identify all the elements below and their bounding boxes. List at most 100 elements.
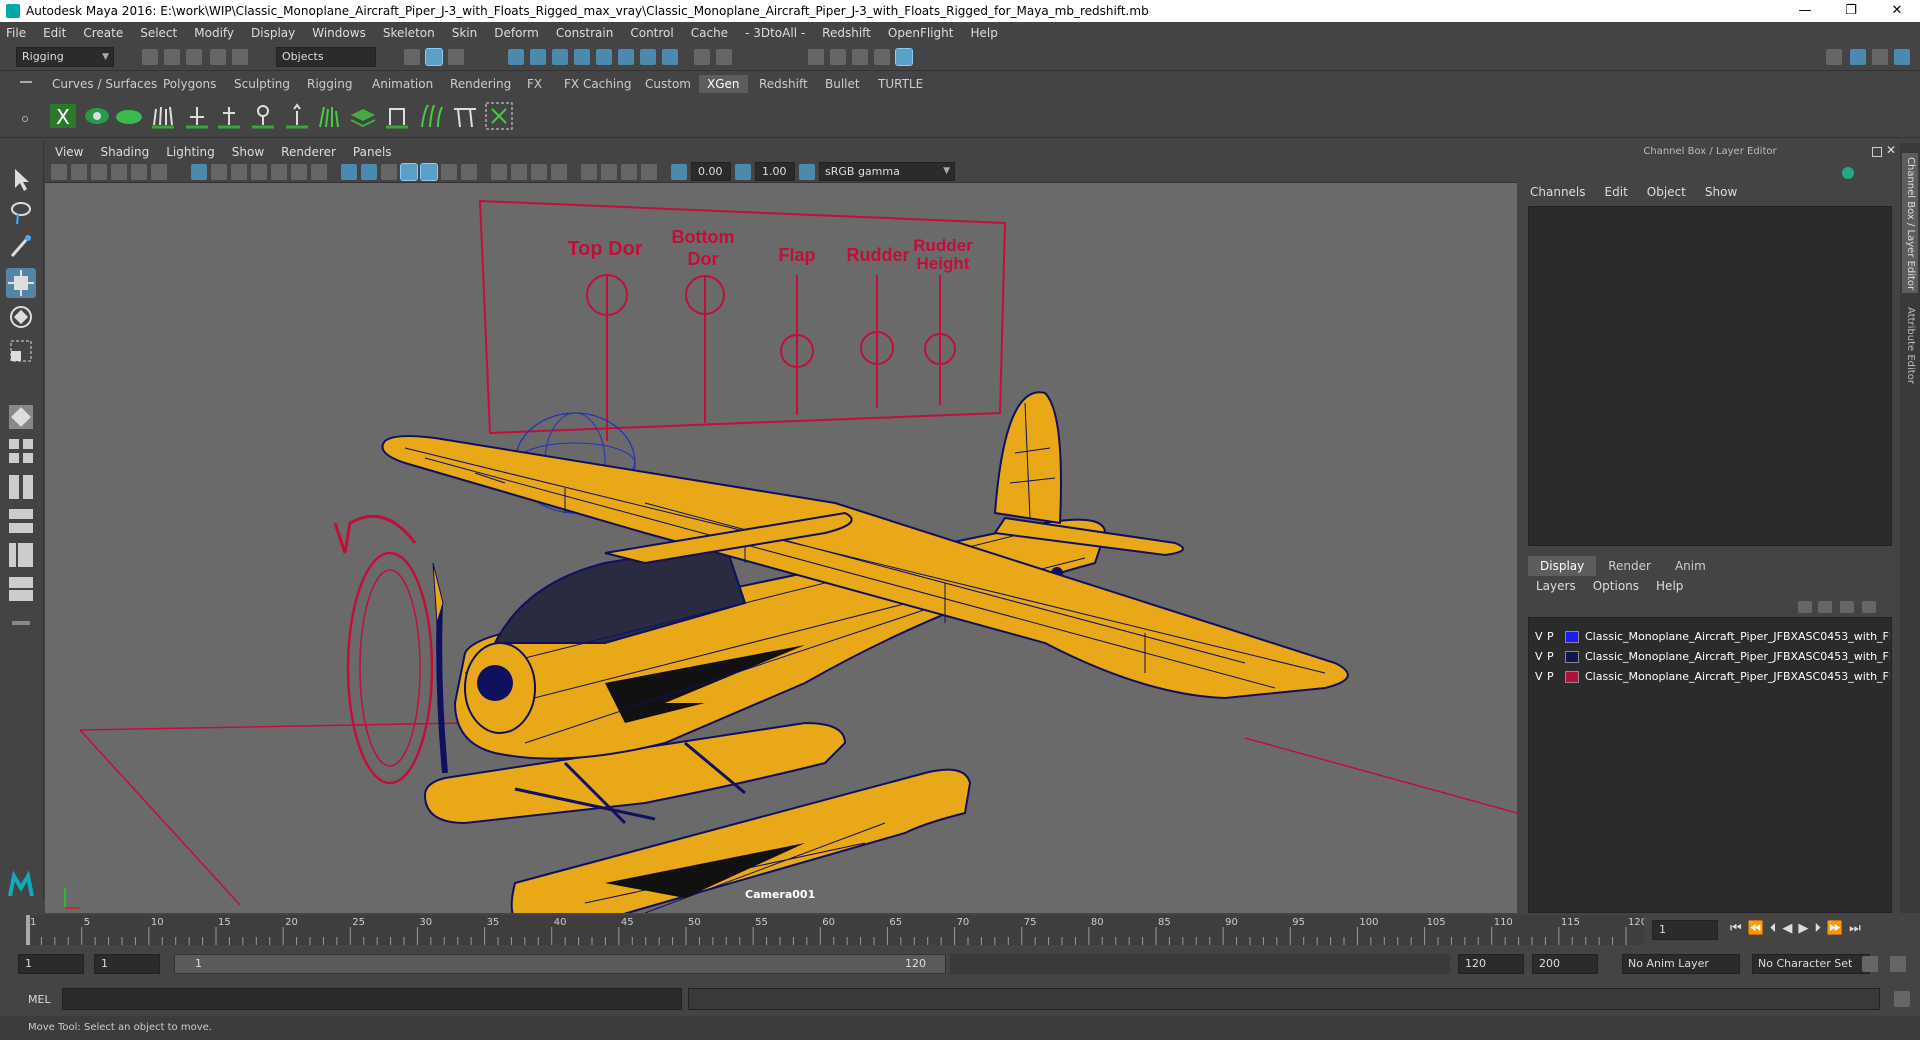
side-tab-attribute-editor[interactable]: Attribute Editor	[1902, 303, 1918, 403]
control-board[interactable]: Top Dor Bottom Dor Flap Rudder Rudder He…	[478, 199, 1007, 441]
gamma-field[interactable]: 1.00	[755, 162, 795, 181]
gate-mask-icon[interactable]	[251, 164, 267, 180]
vp-menu-renderer[interactable]: Renderer	[281, 145, 336, 159]
move-tool-icon[interactable]	[6, 268, 36, 298]
snap-curve-icon[interactable]	[530, 49, 546, 65]
open-scene-icon[interactable]	[164, 49, 180, 65]
xgen-guide-curve-icon[interactable]	[282, 101, 312, 131]
layer-visibility-toggle[interactable]: V	[1535, 630, 1543, 643]
image-plane-icon[interactable]	[111, 164, 127, 180]
menu-redshift[interactable]: Redshift	[822, 26, 871, 40]
select-object-icon[interactable]	[425, 48, 443, 66]
vp-menu-lighting[interactable]: Lighting	[166, 145, 215, 159]
resolution-gate-icon[interactable]	[231, 164, 247, 180]
scale-tool-icon[interactable]	[6, 336, 36, 366]
shelf-tab-fx-caching[interactable]: FX Caching	[556, 75, 639, 93]
menu-cache[interactable]: Cache	[691, 26, 728, 40]
redo-icon[interactable]	[232, 49, 248, 65]
layer-tab-anim[interactable]: Anim	[1663, 556, 1718, 576]
layer-playback-toggle[interactable]: P	[1547, 650, 1554, 663]
range-slider-track[interactable]	[950, 954, 1450, 974]
layer-visibility-toggle[interactable]: V	[1535, 670, 1543, 683]
safe-title-icon[interactable]	[311, 164, 327, 180]
layer-color-swatch[interactable]	[1565, 631, 1579, 643]
layer-color-swatch[interactable]	[1565, 671, 1579, 683]
lock-icon[interactable]	[694, 49, 710, 65]
shelf-menu-icon[interactable]	[20, 81, 32, 83]
animation-preferences-icon[interactable]	[1890, 956, 1906, 972]
ambient-occlusion-icon[interactable]	[491, 164, 507, 180]
selection-mode-dropdown[interactable]: Objects	[276, 47, 376, 67]
viewport-canvas[interactable]: Top Dor Bottom Dor Flap Rudder Rudder He…	[45, 183, 1517, 913]
snap-plane-icon[interactable]	[618, 49, 634, 65]
snap-view-icon[interactable]	[574, 49, 590, 65]
cb-menu-channels[interactable]: Channels	[1530, 185, 1586, 199]
construction-history-icon[interactable]	[716, 49, 732, 65]
close-button[interactable]: ✕	[1874, 0, 1920, 22]
exposure-icon[interactable]	[671, 164, 687, 180]
paint-select-tool-icon[interactable]	[6, 232, 36, 262]
xray-icon[interactable]	[601, 164, 617, 180]
color-space-dropdown[interactable]: sRGB gamma ▼	[819, 162, 955, 181]
auto-key-icon[interactable]	[1862, 956, 1878, 972]
vp-menu-panels[interactable]: Panels	[353, 145, 392, 159]
use-all-lights-icon[interactable]	[441, 164, 457, 180]
menu-help[interactable]: Help	[970, 26, 997, 40]
hypershade-icon[interactable]	[895, 48, 913, 66]
render-settings-icon[interactable]	[874, 49, 890, 65]
propeller-control[interactable]	[333, 514, 434, 785]
film-gate-icon[interactable]	[211, 164, 227, 180]
camera-select-icon[interactable]	[51, 164, 67, 180]
menu-select[interactable]: Select	[140, 26, 177, 40]
current-frame-field[interactable]: 1	[1652, 920, 1718, 940]
channel-box-area[interactable]	[1528, 206, 1892, 546]
new-layer-selected-icon[interactable]	[1862, 601, 1876, 613]
xgen-editor-icon[interactable]: X	[48, 101, 78, 131]
save-scene-icon[interactable]	[186, 49, 202, 65]
shelf-tab-curves-surfaces[interactable]: Curves / Surfaces	[44, 75, 165, 93]
layer-row[interactable]: V P Classic_Monoplane_Aircraft_Piper_JFB…	[1529, 648, 1893, 666]
menu-control[interactable]: Control	[630, 26, 673, 40]
snap-grid-icon[interactable]	[508, 49, 524, 65]
shelf-tab-fx[interactable]: FX	[519, 75, 550, 93]
shelf-tab-rendering[interactable]: Rendering	[442, 75, 519, 93]
bookmark-icon[interactable]	[91, 164, 107, 180]
script-editor-icon[interactable]	[1894, 991, 1910, 1007]
select-tool-icon[interactable]	[6, 164, 36, 194]
new-scene-icon[interactable]	[142, 49, 158, 65]
shadows-icon[interactable]	[461, 164, 477, 180]
vp-menu-view[interactable]: View	[55, 145, 83, 159]
menu-skin[interactable]: Skin	[452, 26, 478, 40]
color-management-icon[interactable]	[799, 164, 815, 180]
grease-pencil-icon[interactable]	[151, 164, 167, 180]
menu-modify[interactable]: Modify	[194, 26, 234, 40]
menu-file[interactable]: File	[6, 26, 26, 40]
xgen-add-guide-icon[interactable]	[182, 101, 212, 131]
two-pane-stacked-layout-icon[interactable]	[6, 506, 36, 536]
le-menu-options[interactable]: Options	[1593, 579, 1639, 593]
menu-skeleton[interactable]: Skeleton	[383, 26, 435, 40]
two-d-pan-icon[interactable]	[131, 164, 147, 180]
move-layer-down-icon[interactable]	[1818, 601, 1832, 613]
cb-menu-edit[interactable]: Edit	[1605, 185, 1628, 199]
wireframe-on-shaded-icon[interactable]	[400, 163, 418, 181]
exposure-field[interactable]: 0.00	[691, 162, 731, 181]
xgen-preview-icon[interactable]	[82, 101, 112, 131]
wireframe-icon[interactable]	[341, 164, 357, 180]
undo-icon[interactable]	[210, 49, 226, 65]
end-time-field[interactable]: 200	[1532, 954, 1598, 974]
xray-components-icon[interactable]	[641, 164, 657, 180]
airplane-propeller[interactable]	[432, 562, 448, 774]
anti-aliasing-icon[interactable]	[531, 164, 547, 180]
xgen-cache-icon[interactable]	[484, 101, 514, 131]
move-layer-up-icon[interactable]	[1798, 601, 1812, 613]
shelf-tab-redshift[interactable]: Redshift	[751, 75, 816, 93]
xray-joints-icon[interactable]	[621, 164, 637, 180]
xgen-bind-guide-icon[interactable]	[248, 101, 278, 131]
command-language-label[interactable]: MEL	[28, 993, 51, 1006]
vp-menu-shading[interactable]: Shading	[100, 145, 149, 159]
vp-menu-show[interactable]: Show	[232, 145, 264, 159]
snap-pivot-icon[interactable]	[662, 49, 678, 65]
xgen-grass-icon[interactable]	[314, 101, 344, 131]
layer-color-swatch[interactable]	[1565, 651, 1579, 663]
